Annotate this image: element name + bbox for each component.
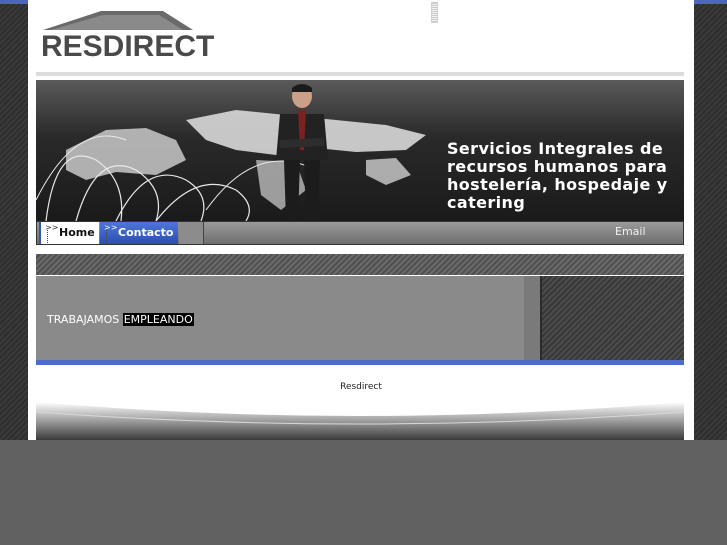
content-panel: TRABAJAMOS EMPLEANDO — [36, 276, 684, 360]
tagline-line: recursos humanos para — [447, 157, 668, 176]
scroll-handle[interactable] — [431, 2, 438, 23]
content-text-highlight: EMPLEANDO — [122, 313, 194, 326]
nav-contacto[interactable]: >> Contacto — [100, 222, 178, 244]
content-message: TRABAJAMOS EMPLEANDO — [47, 313, 194, 326]
nav-spacer — [179, 222, 204, 244]
dotted-divider — [106, 230, 107, 243]
content-shade — [524, 276, 540, 360]
content-text-plain: TRABAJAMOS — [47, 313, 123, 326]
logo-text: RESDIRECT — [41, 30, 215, 63]
main-nav: >> Home >> Contacto Email — [36, 221, 684, 245]
footer-label: Resdirect — [340, 382, 382, 392]
nav-email-link[interactable]: Email — [615, 222, 646, 244]
banner-tagline: Servicios Integrales de recursos humanos… — [447, 140, 684, 212]
page-container: RESDIRECT Servicios Integrales de recurs… — [28, 0, 694, 440]
hero-banner: Servicios Integrales de recursos humanos… — [36, 80, 684, 221]
tagline-line: Servicios Integrales de — [447, 139, 664, 158]
dotted-divider — [47, 230, 48, 243]
header-divider — [36, 72, 684, 76]
accent-bar — [36, 360, 684, 365]
tagline-line: hostelería, hospedaje y — [447, 175, 668, 194]
world-map-graphic — [36, 84, 426, 221]
nav-home-label: Home — [59, 226, 95, 239]
content-side-panel — [540, 276, 684, 360]
nav-contacto-label: Contacto — [118, 226, 174, 239]
content-header-stripe — [36, 254, 684, 275]
logo[interactable]: RESDIRECT — [41, 8, 223, 62]
tagline-line: catering — [447, 193, 526, 212]
nav-home[interactable]: >> Home — [39, 222, 99, 244]
